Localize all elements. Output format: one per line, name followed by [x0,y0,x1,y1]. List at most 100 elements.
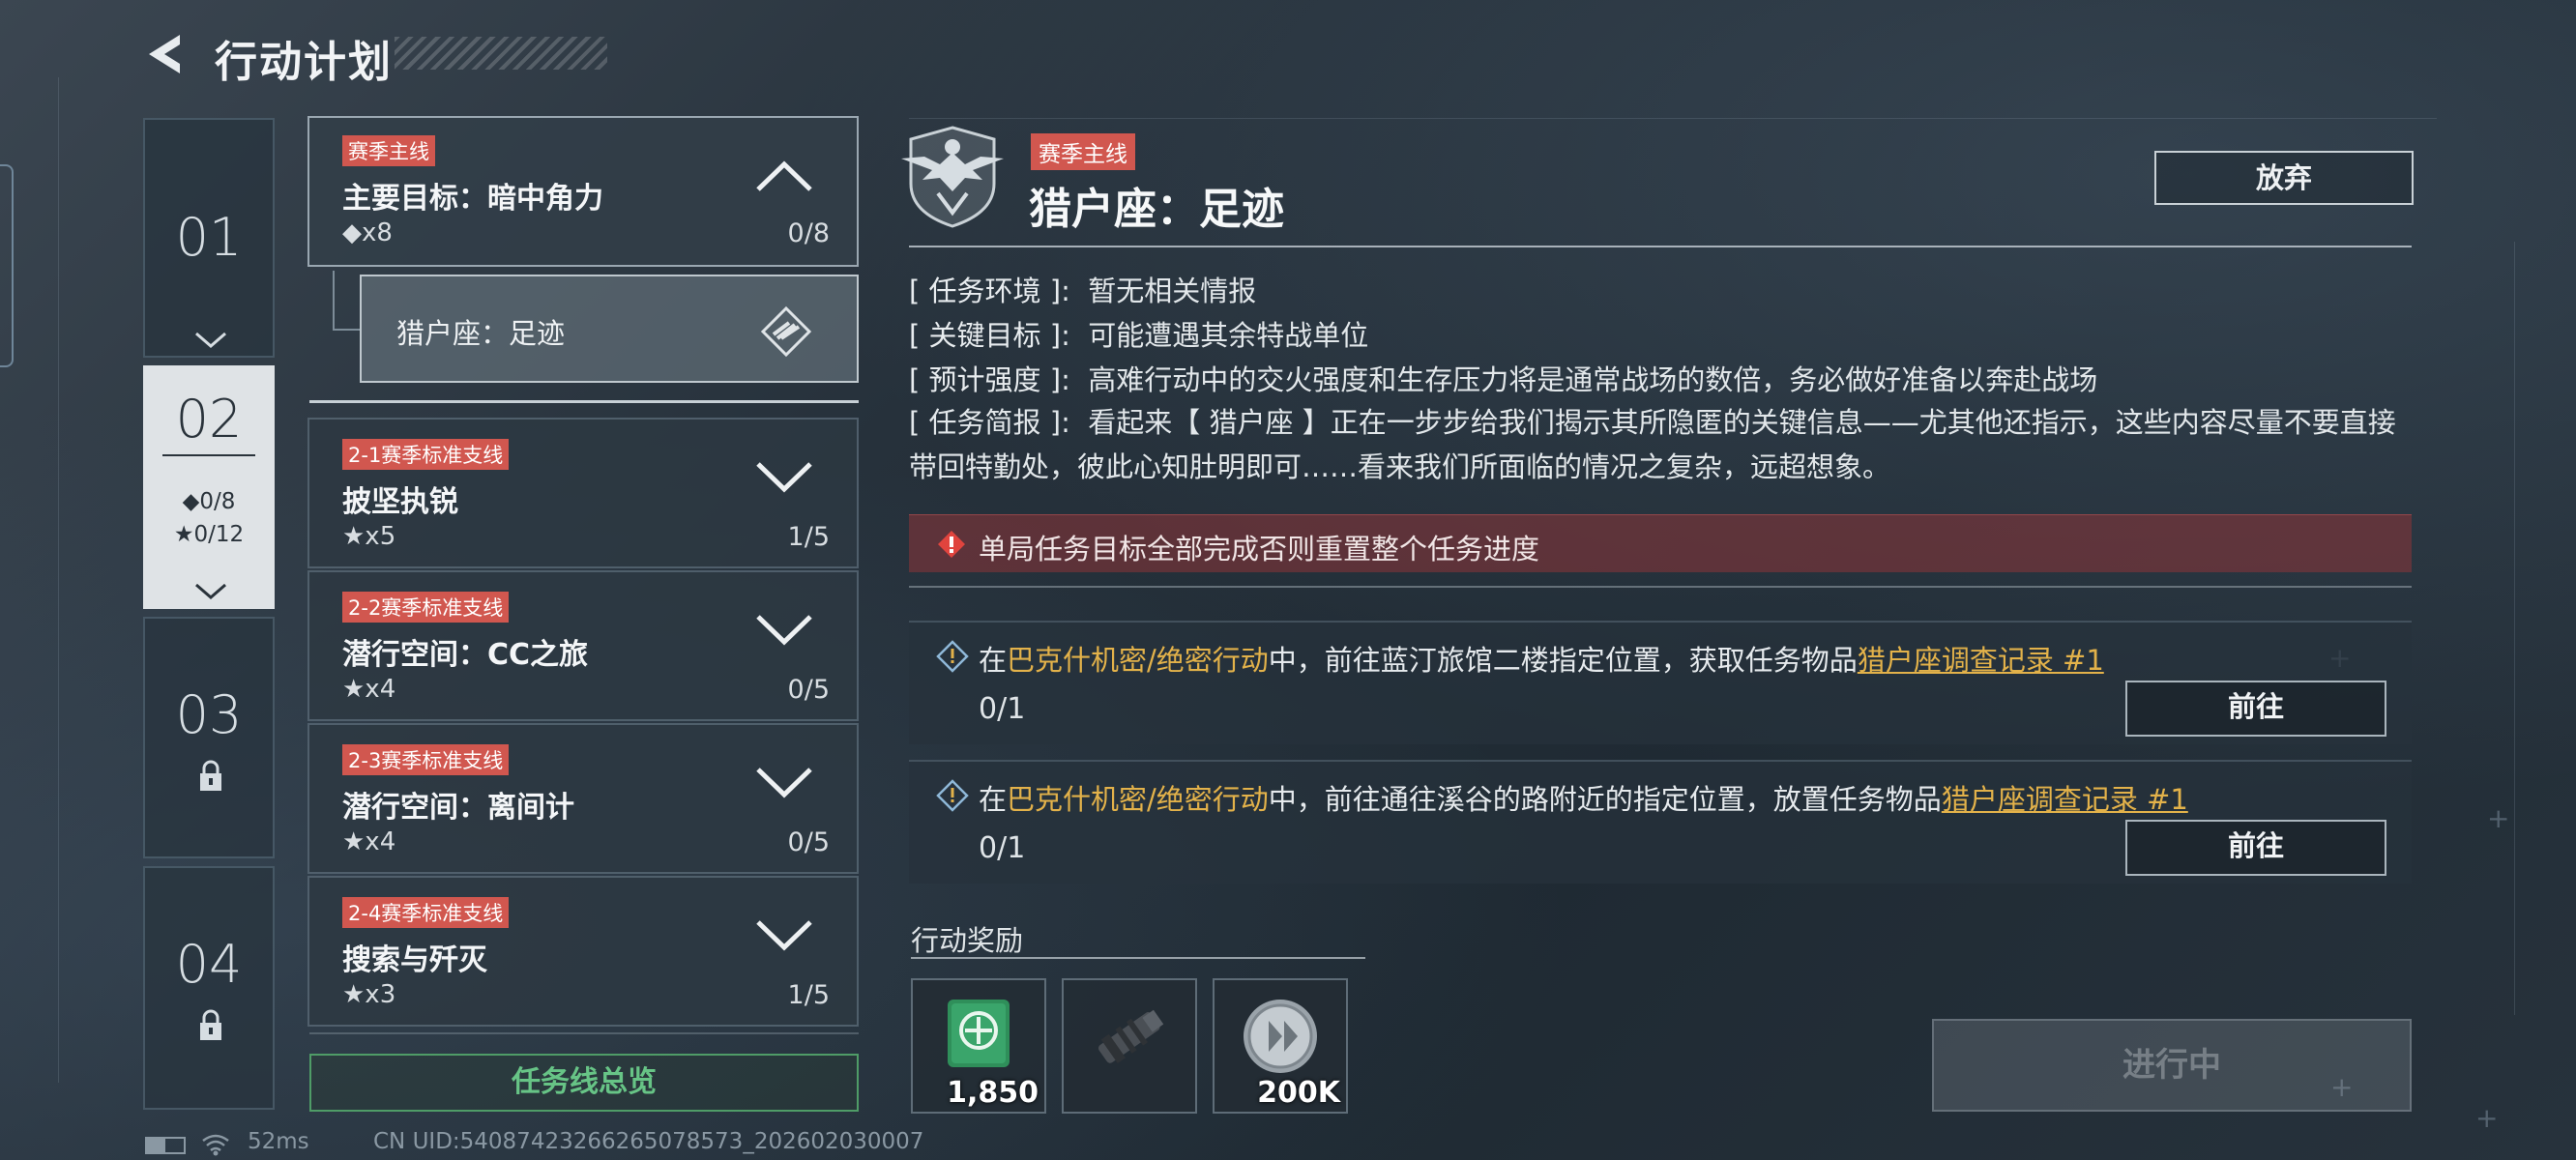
lock-icon [200,1009,221,1040]
objective-prefix: 在 [979,783,1008,816]
reward-quantity: 200K [1257,1076,1340,1110]
warning-banner: 单局任务目标全部完成否则重置整个任务进度 [909,514,2412,572]
mission-tag: 2-3赛季标准支线 [342,744,510,775]
mission-count: ★x5 [342,522,396,551]
chevron-down-icon[interactable] [754,766,814,800]
goto-button[interactable]: 前往 [2125,681,2386,737]
reward-section-label: 行动奖励 [911,924,1024,957]
bg-deco-line [2514,242,2515,1015]
mission-2-4[interactable]: 2-4赛季标准支线 搜索与歼灭 ★x3 1/5 [307,876,859,1027]
objective-item-link[interactable]: 猎户座调查记录 #1 [1858,644,2104,677]
mission-tag: 2-2赛季标准支线 [342,592,510,623]
info-key-target: [ 关键目标 ]: 可能遭遇其余特战单位 [909,313,1368,354]
chevron-down-icon[interactable] [754,918,814,953]
silver-coin-icon [1244,1000,1317,1073]
sub-mission-orion-footprint[interactable]: 猎户座：足迹 [360,275,859,383]
chevron-up-icon[interactable] [754,159,814,193]
objective-diamond-icon [936,640,969,673]
goto-button[interactable]: 前往 [2125,820,2386,876]
chapter-star-stat: ★0/12 [173,522,245,547]
tree-connector [333,329,360,331]
mission-count: ◆x8 [342,218,393,247]
list-bottom-line [309,1032,859,1034]
warning-text: 单局任务目标全部完成否则重置整个任务进度 [979,533,1540,566]
mission-main[interactable]: 赛季主线 主要目标：暗中角力 ◆x8 0/8 [307,116,859,267]
reward-item[interactable]: 200K [1213,978,1348,1114]
objective-item-link[interactable]: 猎户座调查记录 #1 [1942,783,2188,816]
objective-desc: 中，前往通往溪谷的路附近的指定位置，放置任务物品 [1268,783,1942,816]
list-divider [309,400,859,403]
bg-deco-line [909,118,2437,119]
mission-tag: 赛季主线 [342,135,435,166]
bg-deco-cross: + [2487,802,2510,834]
locate-diamond-icon [760,305,812,358]
mission-progress: 1/5 [787,980,830,1010]
mission-2-1[interactable]: 2-1赛季标准支线 披坚执锐 ★x5 1/5 [307,418,859,568]
reward-item[interactable] [1062,978,1197,1114]
page-title: 行动计划 [215,38,393,87]
mission-progress: 0/5 [787,675,830,705]
reward-item[interactable]: 1,850 [911,978,1046,1114]
chapter-diamond-stat: ◆0/8 [182,489,236,514]
reward-divider [911,957,1365,959]
detail-tag: 赛季主线 [1031,133,1135,170]
reward-quantity: 1,850 [947,1076,1039,1110]
chapter-tab-04[interactable]: 04 [143,866,275,1110]
info-value: 看起来【 猎户座 】正在一步步给我们揭示其所隐匿的关键信息——尤其他还指示，这些… [909,406,2396,483]
mission-title: 主要目标：暗中角力 [342,182,603,216]
objective-progress: 0/1 [979,692,1026,726]
mission-title: 披坚执锐 [342,485,458,519]
mission-count: ★x4 [342,827,396,856]
chevron-down-icon [195,332,226,348]
info-value: 高难行动中的交火强度和生存压力将是通常战场的数倍，务必做好准备以奔赴战场 [1088,363,2098,396]
mission-2-2[interactable]: 2-2赛季标准支线 潜行空间：CC之旅 ★x4 0/5 [307,570,859,721]
objective-desc: 中，前往蓝汀旅馆二楼指定位置，获取任务物品 [1268,644,1858,677]
sub-mission-label: 猎户座：足迹 [396,317,566,350]
abandon-button[interactable]: 放弃 [2154,151,2414,205]
lock-icon [200,760,221,791]
mission-title: 潜行空间：离间计 [342,791,574,825]
objective-diamond-icon [936,779,969,812]
chevron-down-icon[interactable] [754,460,814,495]
info-key: [ 任务简报 ] [909,406,1062,439]
questline-overview-button[interactable]: 任务线总览 [309,1054,859,1112]
mission-count: ★x4 [342,675,396,704]
detail-divider [909,586,2412,588]
mission-tag: 2-4赛季标准支线 [342,897,510,928]
tree-connector [333,271,335,331]
objective-prefix: 在 [979,644,1008,677]
info-colon: : [1061,363,1070,396]
chapter-number: 02 [175,389,243,450]
chevron-down-icon[interactable] [754,613,814,648]
info-colon: : [1061,275,1070,307]
info-key: [ 预计强度 ] [909,363,1062,396]
detail-title: 猎户座：足迹 [1029,185,1284,234]
mission-tag: 2-1赛季标准支线 [342,439,510,470]
info-value: 可能遭遇其余特战单位 [1088,319,1369,352]
chevron-down-icon [195,583,226,599]
eagle-emblem-icon [901,126,1004,228]
chapter-tab-01[interactable]: 01 [143,118,275,358]
info-key: [ 关键目标 ] [909,319,1062,352]
title-decoration [395,37,607,70]
mission-title: 潜行空间：CC之旅 [342,638,589,672]
info-key: [ 任务环境 ] [909,275,1062,307]
objective-map: 巴克什机密/绝密行动 [1007,783,1269,816]
mission-progress: 1/5 [787,522,830,552]
back-arrow-icon[interactable] [141,29,188,79]
info-value: 暂无相关情报 [1088,275,1257,307]
mission-progress: 0/5 [787,827,830,857]
chapter-underline [162,454,255,456]
detail-divider [909,246,2412,247]
in-progress-button: 进行中 [1932,1019,2412,1112]
chapter-tab-03[interactable]: 03 [143,617,275,858]
side-drawer-handle[interactable] [0,164,14,367]
info-intensity: [ 预计强度 ]: 高难行动中的交火强度和生存压力将是通常战场的数倍，务必做好准… [909,358,2097,398]
muzzle-attachment-icon [1098,1009,1164,1064]
mission-title: 搜索与歼灭 [342,943,487,977]
uid-text: CN UID:54087423266265078573_202602030007 [373,1129,924,1154]
mission-2-3[interactable]: 2-3赛季标准支线 潜行空间：离间计 ★x4 0/5 [307,723,859,874]
chapter-tab-02[interactable]: 02 ◆0/8 ★0/12 [143,365,275,609]
objective-progress: 0/1 [979,831,1026,865]
info-colon: : [1061,406,1070,439]
